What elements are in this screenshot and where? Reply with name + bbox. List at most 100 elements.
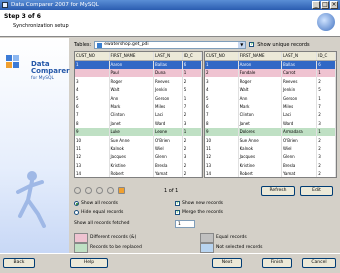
target-cell[interactable]: Mark: [238, 102, 282, 111]
source-cell[interactable]: 6: [75, 102, 110, 111]
source-cell[interactable]: Luke: [109, 127, 155, 136]
source-column-header[interactable]: ID_C: [182, 52, 202, 61]
source-cell[interactable]: Ann: [109, 93, 155, 103]
target-cell[interactable]: 5: [316, 85, 336, 94]
target-cell[interactable]: 2: [316, 135, 336, 145]
option-hide-equal[interactable]: Hide equal records: [74, 210, 123, 215]
back-button[interactable]: Back: [3, 258, 35, 268]
target-cell[interactable]: 2: [316, 169, 336, 177]
source-table-row[interactable]: 13 Kristine Bresla 2: [75, 161, 202, 170]
target-cell[interactable]: 6: [205, 102, 239, 111]
source-cell[interactable]: Gerson: [153, 93, 183, 103]
target-cell[interactable]: Bresla: [281, 161, 318, 170]
source-cell[interactable]: Robert: [109, 169, 155, 177]
source-cell[interactable]: 2: [182, 110, 202, 120]
source-cell[interactable]: 2: [182, 135, 202, 145]
target-cell[interactable]: 12: [205, 152, 239, 162]
maximize-icon[interactable]: □: [321, 1, 329, 9]
target-cell[interactable]: 3: [205, 77, 239, 86]
source-cell[interactable]: 5: [75, 93, 110, 103]
source-cell[interactable]: 1: [75, 60, 110, 69]
source-cell[interactable]: Mark: [109, 102, 155, 111]
source-table-row[interactable]: 11 Kalnok Wiel 2: [75, 144, 202, 153]
source-cell[interactable]: 7: [75, 110, 110, 120]
source-cell[interactable]: Sue Anne: [109, 135, 155, 145]
target-cell[interactable]: Sue Anne: [238, 135, 282, 145]
source-cell[interactable]: 3: [75, 77, 110, 86]
source-cell[interactable]: Ward: [153, 119, 183, 128]
target-table-row[interactable]: 2 Fondale Carrot 1: [205, 68, 336, 78]
minimize-icon[interactable]: _: [312, 1, 320, 9]
source-cell[interactable]: 5: [182, 85, 202, 94]
option-show-new[interactable]: Show new records: [175, 201, 223, 206]
source-cell[interactable]: Bresla: [153, 161, 183, 170]
source-table-row[interactable]: Paul Duna 1: [75, 68, 202, 78]
target-cell[interactable]: 3: [316, 152, 336, 162]
source-table-row[interactable]: 6 Mark Miles 7: [75, 102, 202, 111]
unique-records-checkbox[interactable]: [249, 42, 255, 47]
target-column-header[interactable]: CUST_NO: [205, 52, 239, 61]
target-cell[interactable]: Miles: [281, 102, 318, 111]
source-cell[interactable]: Clinton: [109, 110, 155, 120]
target-table-row[interactable]: 9 Dolores Armadara 1: [205, 127, 336, 136]
source-column-header[interactable]: CUST_NO: [75, 52, 110, 61]
target-cell[interactable]: Armadara: [281, 127, 318, 136]
target-cell[interactable]: Robert: [238, 169, 282, 177]
target-cell[interactable]: 1: [205, 60, 239, 69]
target-table-row[interactable]: 7 Clinton Laci 2: [205, 110, 336, 120]
source-cell[interactable]: 9: [75, 127, 110, 136]
target-cell[interactable]: 2: [316, 144, 336, 153]
target-cell[interactable]: Carrot: [281, 68, 318, 78]
source-cell[interactable]: [75, 68, 110, 78]
source-cell[interactable]: Jenkin: [153, 85, 183, 94]
next-record-button[interactable]: [96, 187, 103, 194]
target-cell[interactable]: 2: [316, 110, 336, 120]
source-cell[interactable]: 3: [182, 119, 202, 128]
source-cell[interactable]: Duna: [153, 68, 183, 78]
source-cell[interactable]: Aaron: [109, 60, 155, 69]
target-table-row[interactable]: 14 Robert Yamat 2: [205, 169, 336, 177]
source-cell[interactable]: Paul: [109, 68, 155, 78]
target-cell[interactable]: 6: [316, 60, 336, 69]
target-table-row[interactable]: 11 Kalnok Wiel 2: [205, 144, 336, 153]
close-icon[interactable]: ×: [330, 1, 338, 9]
target-column-header[interactable]: ID_C: [316, 52, 336, 61]
target-cell[interactable]: Jenkin: [281, 85, 318, 94]
source-cell[interactable]: Kalnok: [109, 144, 155, 153]
source-table-row[interactable]: 7 Clinton Laci 2: [75, 110, 202, 120]
option-merge[interactable]: Merge the records: [175, 210, 223, 215]
target-cell[interactable]: 1: [316, 68, 336, 78]
source-column-header[interactable]: LAST_N: [153, 52, 183, 61]
target-table-row[interactable]: 10 Sue Anne O'Brien 2: [205, 135, 336, 145]
source-table-row[interactable]: 4 Walt Jenkin 5: [75, 85, 202, 94]
target-cell[interactable]: 2: [316, 161, 336, 170]
source-cell[interactable]: 10: [75, 135, 110, 145]
source-cell[interactable]: 1: [182, 93, 202, 103]
target-table-row[interactable]: 1 Aaron Ballas 6: [205, 60, 336, 69]
target-cell[interactable]: Walt: [238, 85, 282, 94]
source-table-row[interactable]: 12 Jacques Glenn 3: [75, 152, 202, 162]
finish-button[interactable]: Finish: [262, 258, 292, 268]
target-cell[interactable]: Janet: [238, 119, 282, 128]
target-column-header[interactable]: LAST_N: [281, 52, 318, 61]
target-cell[interactable]: Ann: [238, 93, 282, 103]
source-cell[interactable]: Miles: [153, 102, 183, 111]
source-cell[interactable]: Jacques: [109, 152, 155, 162]
target-cell[interactable]: 7: [316, 102, 336, 111]
source-cell[interactable]: Wiel: [153, 144, 183, 153]
target-cell[interactable]: 1: [316, 93, 336, 103]
target-cell[interactable]: Fondale: [238, 68, 282, 78]
target-cell[interactable]: O'Brien: [281, 135, 318, 145]
source-cell[interactable]: Janet: [109, 119, 155, 128]
source-column-header[interactable]: FIRST_NAME: [109, 52, 155, 61]
target-cell[interactable]: Laci: [281, 110, 318, 120]
target-table-row[interactable]: 5 Ann Gerson 1: [205, 93, 336, 103]
target-cell[interactable]: Aaron: [238, 60, 282, 69]
source-cell[interactable]: 11: [75, 144, 110, 153]
source-table-row[interactable]: 5 Ann Gerson 1: [75, 93, 202, 103]
source-cell[interactable]: 1: [182, 68, 202, 78]
source-cell[interactable]: Ballas: [153, 60, 183, 69]
limit-input[interactable]: 1: [175, 220, 195, 228]
target-cell[interactable]: Wiel: [281, 144, 318, 153]
cancel-button[interactable]: Cancel: [302, 258, 336, 268]
